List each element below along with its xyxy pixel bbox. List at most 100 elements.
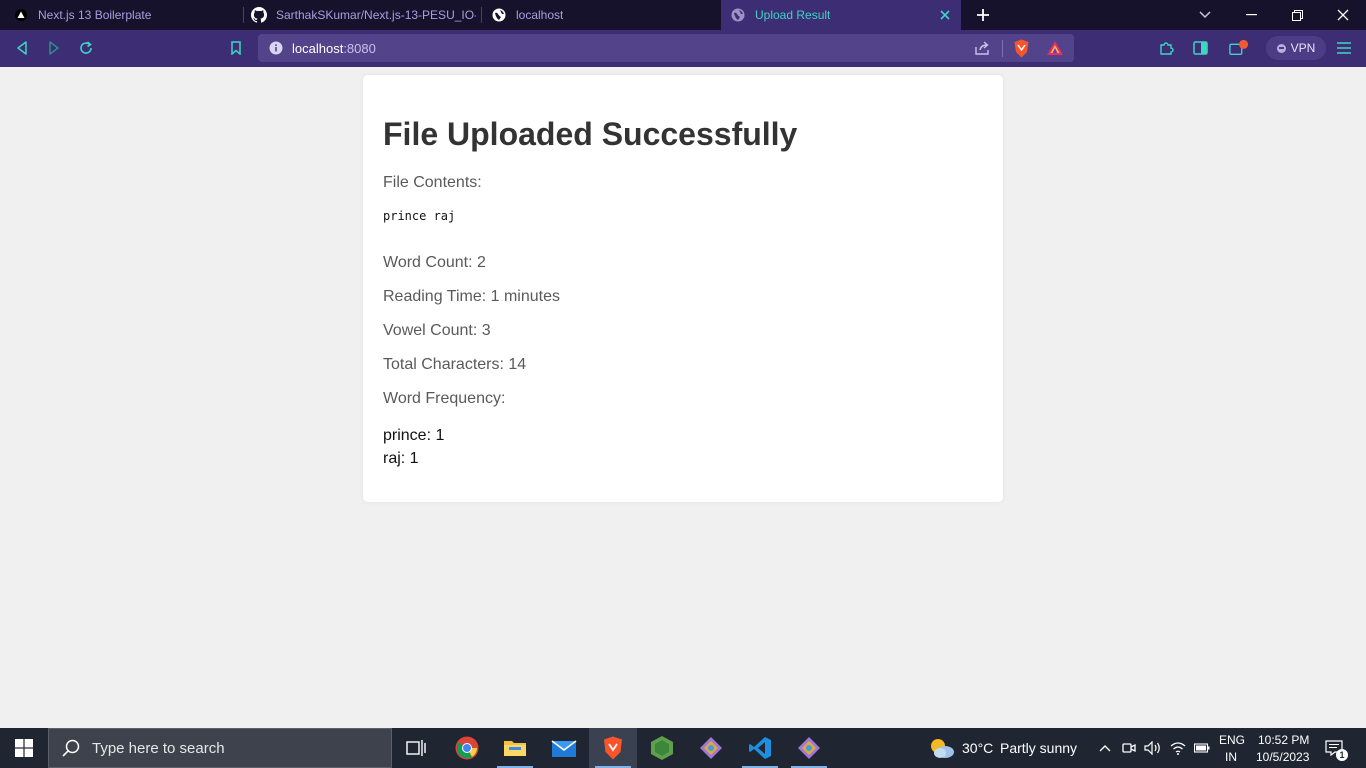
weather-widget[interactable] [928, 728, 956, 768]
network-button[interactable] [1168, 728, 1188, 768]
globe-icon [491, 7, 507, 23]
brave-rewards-icon[interactable] [1047, 41, 1063, 60]
action-center-button[interactable]: 1 [1318, 728, 1350, 768]
mail-icon [551, 740, 577, 757]
url-host: localhost [292, 41, 344, 56]
bookmark-icon [231, 41, 241, 55]
file-contents-label: File Contents: [383, 174, 482, 191]
speaker-icon [1144, 741, 1160, 755]
search-icon [62, 739, 80, 757]
tab-github-repo[interactable]: SarthakSKumar/Next.js-13-PESU_IO-2 [244, 0, 481, 30]
restore-icon [1291, 9, 1303, 21]
vscode-icon [749, 737, 771, 759]
upload-result-card: File Uploaded Successfully File Contents… [363, 75, 1003, 502]
new-tab-button[interactable] [960, 0, 1006, 30]
restore-button[interactable] [1274, 0, 1320, 30]
tab-title: localhost [516, 8, 564, 22]
word-frequency-list: prince: 1 raj: 1 [383, 424, 444, 470]
main-menu-button[interactable] [1334, 38, 1354, 58]
forward-button[interactable] [44, 38, 64, 58]
page-viewport: File Uploaded Successfully File Contents… [0, 67, 1366, 728]
puzzle-icon [1160, 42, 1174, 55]
task-view-button[interactable] [392, 728, 440, 768]
reading-time: Reading Time: 1 minutes [383, 288, 560, 305]
webcam-icon [1122, 743, 1136, 753]
site-info-icon[interactable] [269, 41, 283, 60]
address-divider [1002, 40, 1003, 57]
battery-button[interactable] [1192, 728, 1212, 768]
nodejs-app[interactable] [638, 728, 686, 768]
tab-title: Next.js 13 Boilerplate [38, 8, 152, 22]
close-tab-icon[interactable] [937, 7, 953, 23]
reload-button[interactable] [76, 38, 96, 58]
url-port: :8080 [343, 41, 376, 56]
chrome-app[interactable] [443, 728, 491, 768]
vpn-label: VPN [1290, 41, 1316, 55]
partly-sunny-icon [931, 739, 954, 758]
wifi-icon [1170, 742, 1186, 755]
windows-logo-icon [15, 739, 33, 757]
wallet-button[interactable] [1229, 38, 1249, 58]
clock-date: 10/5/2023 [1256, 750, 1310, 764]
word-frequency-item: prince: 1 [383, 427, 445, 444]
minimize-icon [1245, 14, 1257, 16]
language-region: IN [1225, 750, 1237, 764]
show-hidden-icons-button[interactable] [1096, 728, 1114, 768]
wallet-notification-icon [1229, 39, 1249, 56]
tab-search-button[interactable] [1182, 0, 1228, 30]
weather-condition[interactable]: Partly sunny [1000, 740, 1077, 756]
git-gui-icon [798, 737, 820, 759]
battery-icon [1194, 743, 1210, 753]
git-app[interactable] [687, 728, 735, 768]
back-button[interactable] [12, 38, 32, 58]
chevron-down-icon [1199, 11, 1211, 19]
brave-browser-app[interactable] [589, 728, 637, 768]
clock-time: 10:52 PM [1258, 733, 1310, 747]
address-bar[interactable]: localhost:8080 [258, 34, 1074, 62]
sidebar-icon [1192, 41, 1208, 55]
start-button[interactable] [0, 728, 48, 768]
browser-toolbar: localhost:8080 VPN [0, 30, 1366, 67]
search-placeholder: Type here to search [92, 739, 225, 757]
chevron-up-icon [1099, 745, 1111, 752]
vowel-count: Vowel Count: 3 [383, 322, 491, 339]
close-icon [1337, 9, 1349, 21]
hamburger-menu-icon [1337, 42, 1351, 54]
share-icon[interactable] [975, 41, 991, 60]
vscode-app[interactable] [736, 728, 784, 768]
task-view-icon [406, 740, 426, 756]
tab-localhost[interactable]: localhost [482, 0, 720, 30]
github-icon [251, 7, 267, 23]
brave-lion-icon [604, 736, 622, 760]
nodejs-hexagon-icon [651, 736, 673, 760]
sidebar-button[interactable] [1190, 38, 1210, 58]
tab-title: Upload Result [755, 8, 831, 22]
back-arrow-icon [17, 41, 27, 55]
weather-temperature[interactable]: 30°C [962, 740, 993, 756]
extensions-button[interactable] [1157, 38, 1177, 58]
chrome-icon [455, 736, 479, 760]
folder-icon [504, 741, 526, 756]
tab-nextjs-boilerplate[interactable]: Next.js 13 Boilerplate [0, 0, 243, 30]
tab-upload-result[interactable]: Upload Result [721, 0, 961, 30]
close-window-button[interactable] [1320, 0, 1366, 30]
brave-shields-icon[interactable] [1013, 39, 1030, 63]
reload-icon [80, 41, 92, 54]
word-frequency-label: Word Frequency: [383, 390, 506, 407]
file-explorer-app[interactable] [491, 728, 539, 768]
globe-icon [730, 7, 746, 23]
windows-taskbar: Type here to search 30°C Partly sunny EN… [0, 728, 1366, 768]
minimize-button[interactable] [1228, 0, 1274, 30]
page-title: File Uploaded Successfully [383, 116, 798, 152]
bookmark-button[interactable] [226, 38, 246, 58]
volume-button[interactable] [1143, 728, 1163, 768]
meet-now-button[interactable] [1120, 728, 1138, 768]
url-text: localhost:8080 [292, 41, 376, 56]
mail-app[interactable] [540, 728, 588, 768]
taskbar-search-box[interactable]: Type here to search [48, 728, 392, 768]
vpn-button[interactable]: VPN [1266, 36, 1326, 60]
forward-arrow-icon [49, 41, 59, 55]
git-app[interactable] [785, 728, 833, 768]
total-characters: Total Characters: 14 [383, 356, 527, 373]
file-contents-text: prince raj [383, 209, 456, 223]
